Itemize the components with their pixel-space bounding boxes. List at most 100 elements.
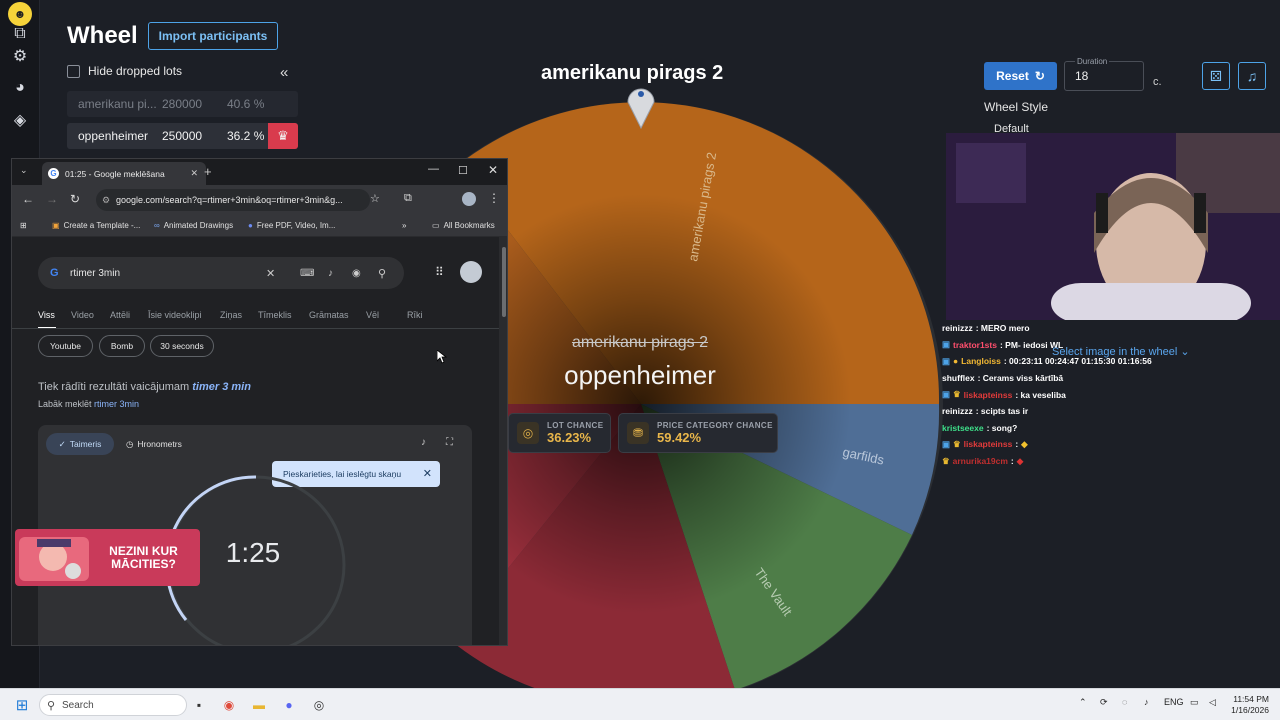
lot-percent: 36.2 % xyxy=(227,129,265,143)
refresh-icon: ↻ xyxy=(1034,69,1045,83)
system-clock[interactable]: 11:54 PM 1/16/2026 xyxy=(1225,694,1269,716)
search-query: rtimer 3min xyxy=(70,267,121,279)
stopwatch-tab[interactable]: ◷ Hronometrs xyxy=(126,433,182,455)
network-icon[interactable]: ▭ xyxy=(1190,697,1199,708)
tab-all[interactable]: Viss xyxy=(38,310,55,320)
account-avatar[interactable] xyxy=(460,261,482,283)
site-info-icon[interactable]: ⚙ xyxy=(102,195,110,206)
chat-text: : xyxy=(1015,439,1019,450)
address-bar[interactable]: ⚙ google.com/search?q=rtimer+3min&oq=rti… xyxy=(96,189,370,211)
profile-avatar[interactable] xyxy=(462,192,476,206)
hide-dropped-row[interactable]: Hide dropped lots xyxy=(67,64,182,78)
chevron-up-icon[interactable]: ⌃ xyxy=(1079,697,1087,708)
chip[interactable]: 30 seconds xyxy=(150,335,214,357)
close-tab-icon[interactable]: ✕ xyxy=(190,168,198,179)
kebab-menu-icon[interactable]: ⋮ xyxy=(488,191,500,205)
crown-icon: ♛ xyxy=(953,389,961,400)
tab-web[interactable]: Tīmeklis xyxy=(258,310,292,320)
tab-shorts[interactable]: Īsie videoklipi xyxy=(148,310,202,320)
lot-row[interactable]: amerikanu pi... 280000 40.6 % xyxy=(67,91,298,117)
chat-text: : scipts tas ir xyxy=(975,406,1029,417)
lens-icon[interactable]: ◉ xyxy=(352,268,361,279)
drop-lot-button[interactable]: ♛ xyxy=(268,123,298,149)
all-bookmarks[interactable]: ▭ All Bookmarks xyxy=(432,221,495,230)
double-chevron-left-icon[interactable]: « xyxy=(280,64,288,81)
tab-news[interactable]: Ziņas xyxy=(220,310,242,320)
taskbar-search[interactable]: ⚲ Search xyxy=(39,694,187,716)
lot-amount: 250000 xyxy=(162,129,203,143)
extensions-icon[interactable]: ⧉ xyxy=(404,192,412,205)
chat-text: : MERO mero xyxy=(975,323,1030,334)
promo-banner: NEZINI KUR MĀCITIES? xyxy=(15,529,200,586)
import-participants-button[interactable]: Import participants xyxy=(148,22,278,50)
lot-row[interactable]: oppenheimer 250000 36.2 % ♛ xyxy=(67,123,298,149)
duration-value: 18 xyxy=(1075,69,1089,83)
forward-icon[interactable]: → xyxy=(46,192,58,206)
chevron-down-icon: ⌄ xyxy=(1180,346,1190,358)
tab-tools[interactable]: Rīki xyxy=(407,310,423,320)
back-icon[interactable]: ← xyxy=(22,192,34,206)
chat-text: : xyxy=(1010,456,1014,467)
search-icon[interactable]: ⚲ xyxy=(378,267,386,280)
mascot-image xyxy=(19,537,89,581)
windows-start-icon[interactable]: ⊞ xyxy=(12,695,32,715)
mute-icon[interactable]: ♪ xyxy=(421,437,426,448)
keyboard-icon[interactable]: ⌨ xyxy=(300,268,314,279)
bookmark-icon: ▣ xyxy=(52,221,60,230)
banner-text: NEZINI KUR MĀCITIES? xyxy=(109,544,178,571)
chip[interactable]: Bomb xyxy=(99,335,145,357)
tab-images[interactable]: Attēli xyxy=(110,310,130,320)
bookmark-star-icon[interactable]: ☆ xyxy=(370,192,380,205)
check-icon: ✓ xyxy=(58,438,66,449)
lot-chance-card: ◎ LOT CHANCE 36.23% xyxy=(508,413,611,453)
folder-icon[interactable]: ▬ xyxy=(249,695,269,715)
language-indicator[interactable]: ENG xyxy=(1164,697,1184,707)
randomize-button[interactable]: ⚄ xyxy=(1202,62,1230,90)
reset-button[interactable]: Reset ↻ xyxy=(984,62,1057,90)
scrollbar-thumb[interactable] xyxy=(502,247,506,317)
maximize-icon[interactable]: ☐ xyxy=(458,164,468,177)
scrollbar[interactable] xyxy=(499,237,507,645)
chip[interactable]: Youtube xyxy=(38,335,93,357)
reset-label: Reset xyxy=(996,69,1029,83)
clear-icon[interactable]: ✕ xyxy=(266,267,275,280)
search-input[interactable]: G rtimer 3min ✕ ⌨ ♪ ◉ ⚲ xyxy=(38,257,404,289)
browser-tab[interactable]: G 01:25 - Google meklēšana ✕ xyxy=(42,162,206,185)
wifi-icon[interactable]: ◌ xyxy=(1122,697,1127,707)
timer-tab[interactable]: ✓ Taimeris xyxy=(46,433,114,455)
more-bookmarks-icon[interactable]: » xyxy=(402,221,406,230)
volume-icon[interactable]: ◁ xyxy=(1209,697,1216,708)
close-window-icon[interactable]: ✕ xyxy=(488,163,498,177)
google-apps-icon[interactable]: ⠿ xyxy=(435,265,444,279)
hide-dropped-label: Hide dropped lots xyxy=(88,64,183,78)
original-query-link[interactable]: rtimer 3min xyxy=(94,399,139,409)
close-icon[interactable]: ✕ xyxy=(423,467,432,480)
mic-icon[interactable]: ♪ xyxy=(1144,697,1149,707)
mic-icon[interactable]: ♪ xyxy=(328,268,333,279)
corrected-query[interactable]: timer 3 min xyxy=(192,381,251,393)
task-view-icon[interactable]: ▪ xyxy=(189,695,209,715)
badge-icon: ▣ xyxy=(942,438,951,449)
tab-books[interactable]: Grāmatas xyxy=(309,310,349,320)
bookmark-item[interactable]: ▣ Create a Template -... xyxy=(52,221,140,230)
reload-icon[interactable]: ↻ xyxy=(70,192,80,206)
minimize-icon[interactable]: — xyxy=(428,163,439,175)
hide-dropped-checkbox[interactable] xyxy=(67,64,80,78)
bookmark-item[interactable]: ● Free PDF, Video, Im... xyxy=(248,221,335,230)
discord-icon[interactable]: ● xyxy=(279,695,299,715)
obs-icon[interactable]: ◎ xyxy=(309,695,329,715)
tab-more[interactable]: Vēl xyxy=(366,310,379,320)
fullscreen-icon[interactable]: ⛶ xyxy=(446,437,453,448)
chat-text: : Cerams viss kārtībā xyxy=(977,373,1064,384)
network-icon[interactable]: ⟳ xyxy=(1100,697,1108,708)
select-image-dropdown[interactable]: Select image in the wheel ⌄ xyxy=(1052,345,1190,358)
chat-message: reinizzz: MERO mero xyxy=(942,320,1272,337)
tab-video[interactable]: Video xyxy=(71,310,94,320)
bookmark-item[interactable]: ∞ Animated Drawings xyxy=(154,221,233,230)
chrome-icon[interactable]: ◉ xyxy=(219,695,239,715)
tab-search-icon[interactable]: ⌄ xyxy=(20,165,28,176)
new-tab-button[interactable]: + xyxy=(204,164,212,179)
chat-user: reinizzz xyxy=(942,323,973,334)
apps-icon[interactable]: ⊞ xyxy=(20,221,27,230)
music-button[interactable]: ♫ xyxy=(1238,62,1266,90)
